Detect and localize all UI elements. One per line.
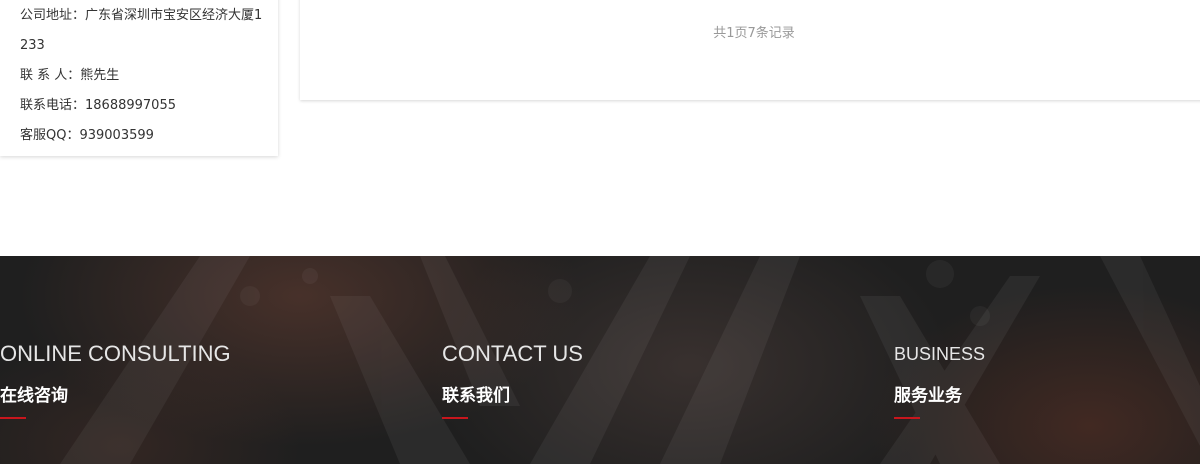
heading-underline xyxy=(442,417,468,419)
company-address: 公司地址：广东省深圳市宝安区经济大厦1233 xyxy=(20,8,263,53)
contact-person: 联 系 人：熊先生 xyxy=(20,68,120,83)
footer-business: BUSINESS 服务业务 xyxy=(894,342,985,419)
contact-info-card: 公司地址：广东省深圳市宝安区经济大厦1233 联 系 人：熊先生 联系电话：18… xyxy=(0,0,278,156)
content-panel: 共1页7条记录 xyxy=(300,0,1200,100)
footer-heading-en: BUSINESS xyxy=(894,344,986,364)
footer-contact-us: CONTACT US 联系我们 xyxy=(442,342,583,419)
footer-heading-en: ONLINE CONSULTING xyxy=(0,341,231,366)
footer-heading-cn: 在线咨询 xyxy=(0,386,68,406)
footer-online-consulting: ONLINE CONSULTING 在线咨询 xyxy=(0,342,231,419)
pagination-summary: 共1页7条记录 xyxy=(713,26,795,41)
footer-heading-cn: 联系我们 xyxy=(442,386,510,406)
footer-heading-cn: 服务业务 xyxy=(894,386,962,406)
footer-heading-en: CONTACT US xyxy=(442,341,583,366)
site-footer: ONLINE CONSULTING 在线咨询 CONTACT US 联系我们 B… xyxy=(0,256,1200,464)
heading-underline xyxy=(0,417,26,419)
contact-phone: 联系电话：18688997055 xyxy=(20,98,176,113)
heading-underline xyxy=(894,417,920,419)
service-qq: 客服QQ：939003599 xyxy=(20,128,154,143)
contact-info-list: 公司地址：广东省深圳市宝安区经济大厦1233 联 系 人：熊先生 联系电话：18… xyxy=(20,1,266,151)
